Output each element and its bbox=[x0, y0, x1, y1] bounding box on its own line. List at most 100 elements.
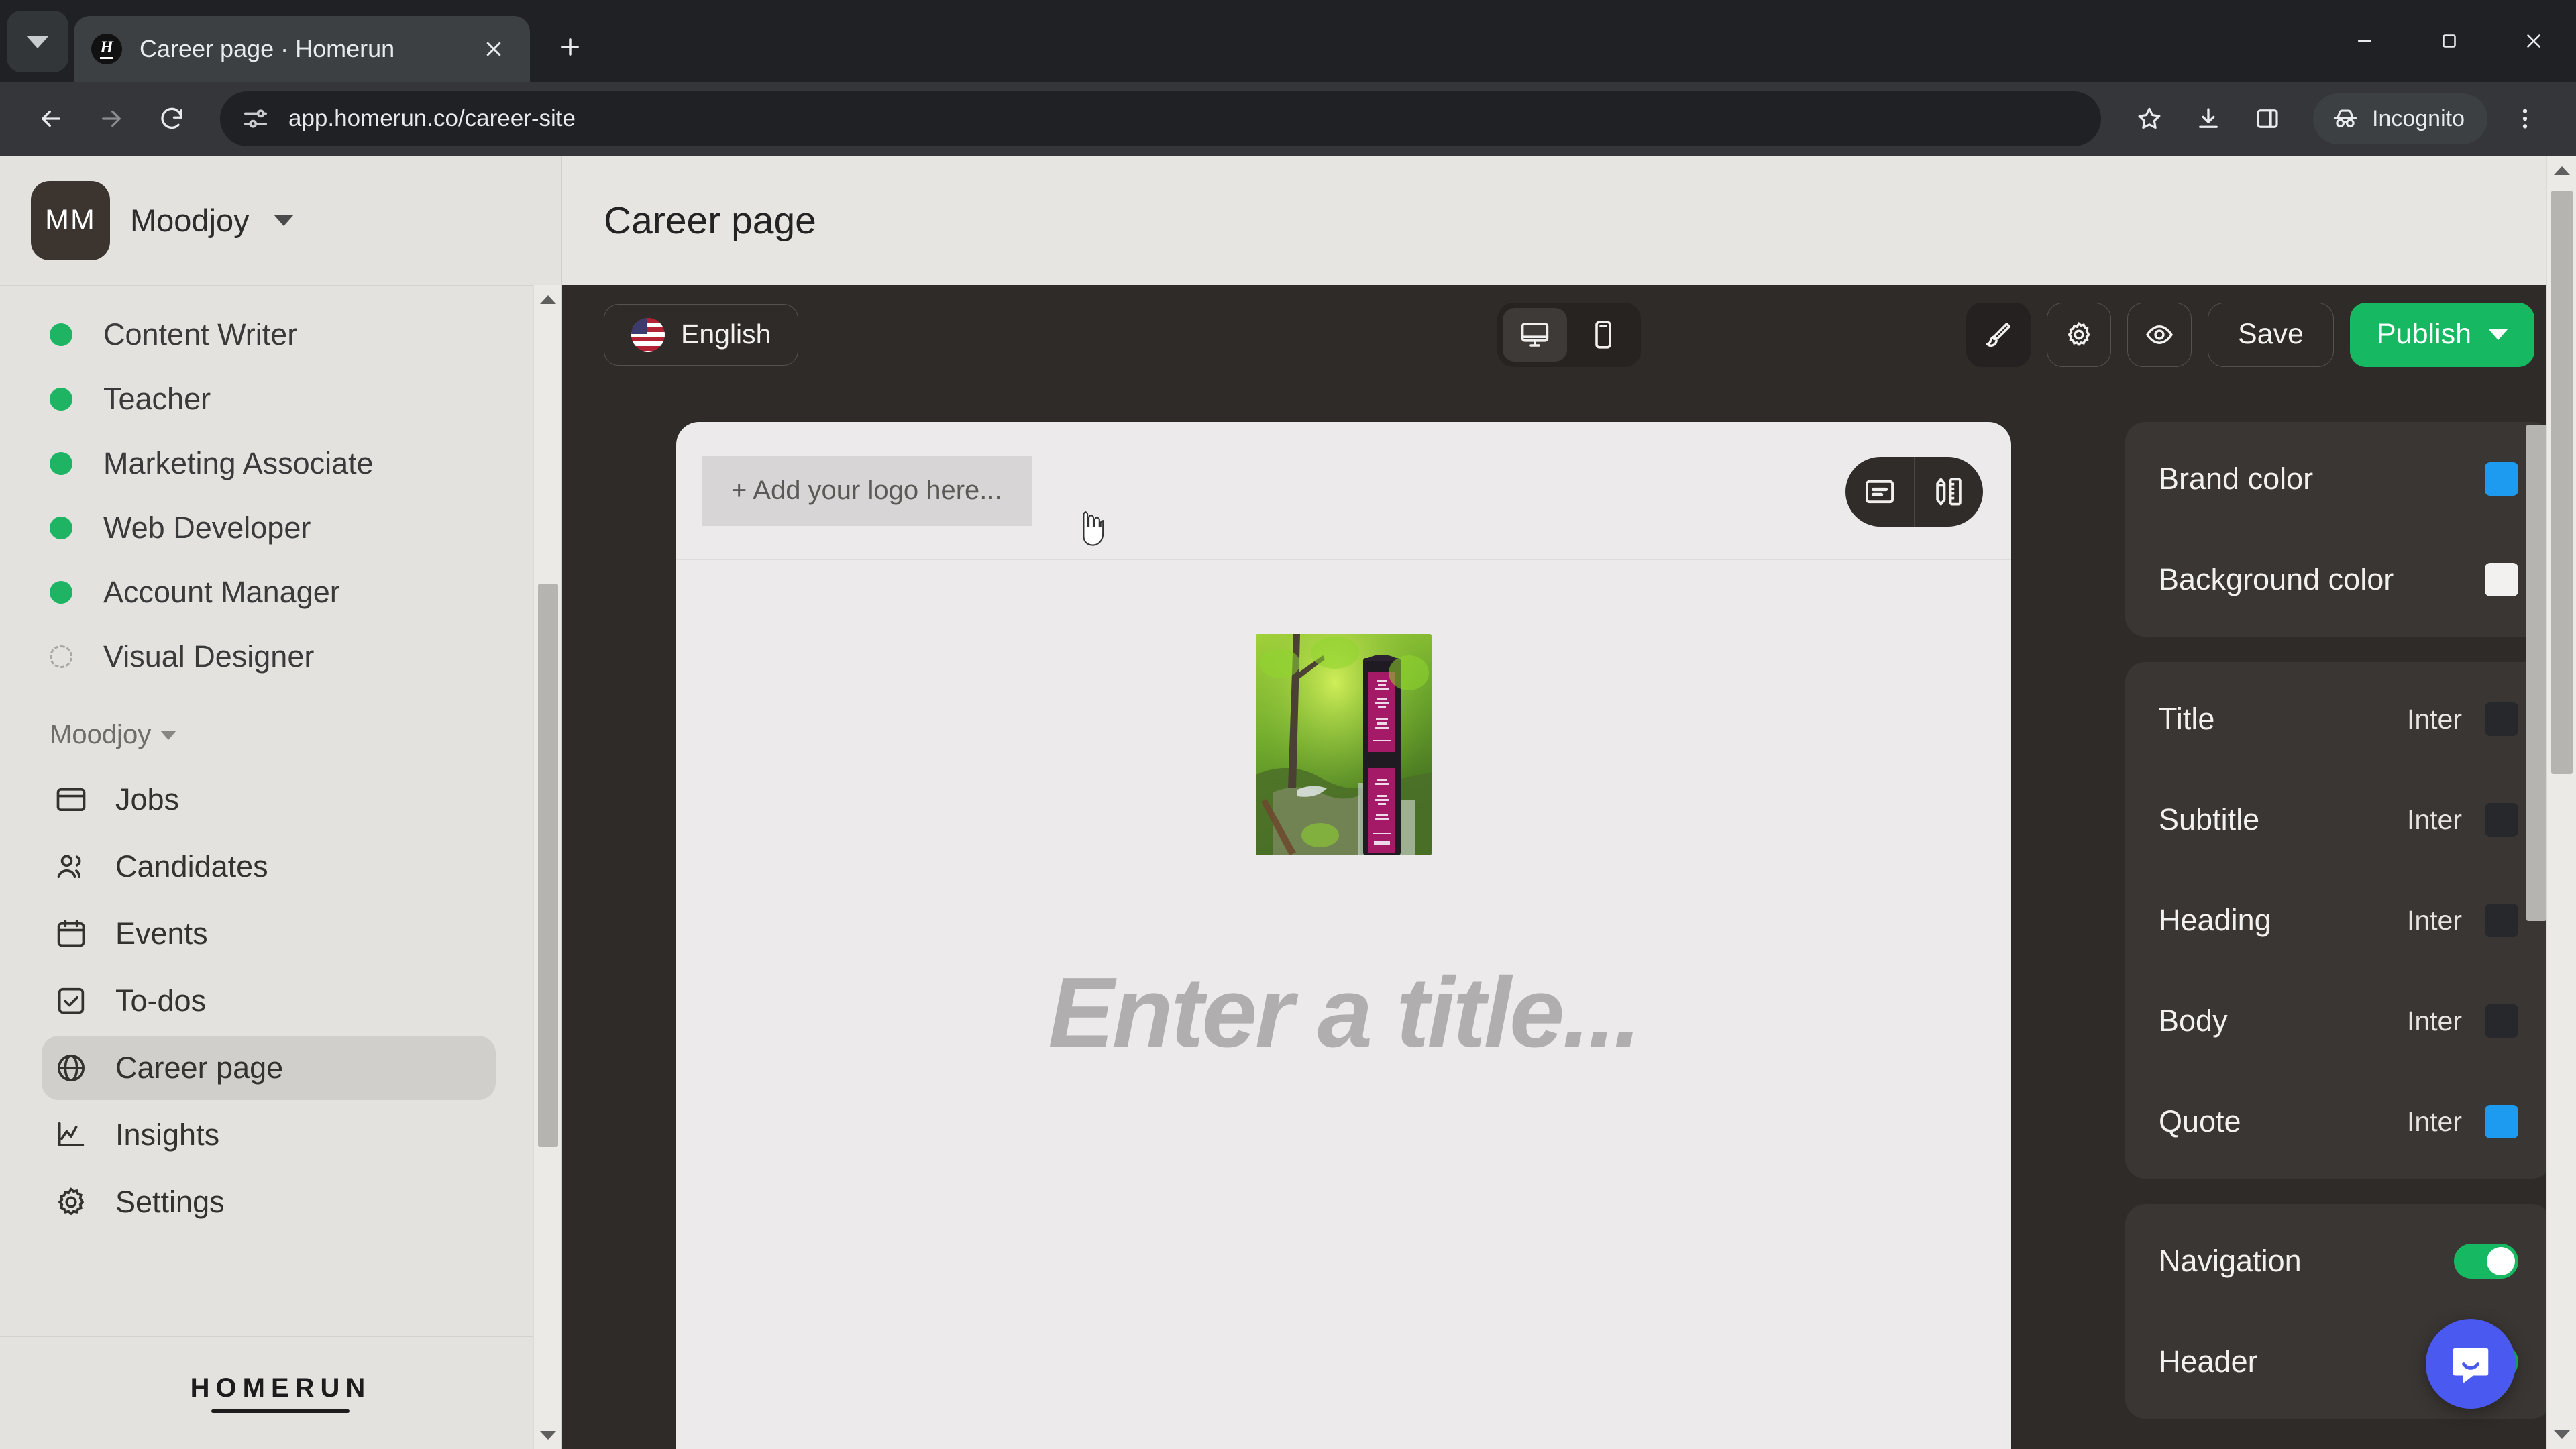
page-settings-button[interactable] bbox=[2046, 302, 2111, 367]
window-close-icon[interactable] bbox=[2491, 0, 2576, 82]
minimize-icon[interactable] bbox=[2322, 0, 2407, 82]
scrollbar-thumb[interactable] bbox=[2526, 425, 2546, 921]
sidebar-scroll-area: Content Writer Teacher Marketing Associa… bbox=[0, 285, 561, 1336]
brand-color-swatch[interactable] bbox=[2485, 462, 2518, 496]
side-panel-icon[interactable] bbox=[2239, 91, 2296, 147]
url-text: app.homerun.co/career-site bbox=[288, 105, 576, 131]
close-icon[interactable] bbox=[475, 30, 513, 68]
scroll-down-arrow-icon[interactable] bbox=[2547, 1419, 2576, 1449]
scroll-down-arrow-icon[interactable] bbox=[534, 1421, 561, 1449]
candidates-icon bbox=[57, 855, 81, 879]
plus-icon[interactable] bbox=[542, 19, 598, 75]
sidebar: MM Moodjoy Content Writer Teacher Market… bbox=[0, 156, 562, 1449]
background-color-swatch[interactable] bbox=[2485, 563, 2518, 596]
heading-color-swatch[interactable] bbox=[2485, 904, 2518, 937]
setting-navigation-toggle[interactable]: Navigation bbox=[2125, 1211, 2552, 1311]
sidebar-job-visual-designer[interactable]: Visual Designer bbox=[0, 625, 561, 689]
editor-actions: Save Publish bbox=[1966, 302, 2534, 367]
sidebar-job-account-manager[interactable]: Account Manager bbox=[0, 560, 561, 625]
address-bar[interactable]: app.homerun.co/career-site bbox=[220, 91, 2101, 146]
setting-heading-font[interactable]: Heading Inter bbox=[2125, 870, 2552, 971]
job-list: Content Writer Teacher Marketing Associa… bbox=[0, 286, 561, 689]
editor-body: + Add your logo here... Enter a title...… bbox=[562, 384, 2576, 1449]
content-block-icon[interactable] bbox=[1845, 457, 1914, 527]
body-color-swatch[interactable] bbox=[2485, 1004, 2518, 1038]
language-selector[interactable]: English bbox=[604, 303, 799, 366]
font-value: Inter bbox=[2406, 1005, 2462, 1036]
sidebar-item-career-page[interactable]: Career page bbox=[42, 1036, 496, 1100]
status-dot bbox=[50, 452, 72, 475]
design-paintbrush-button[interactable] bbox=[1966, 302, 2031, 367]
job-label: Marketing Associate bbox=[103, 446, 374, 480]
sidebar-item-insights[interactable]: Insights bbox=[42, 1103, 496, 1167]
page-header: Career page bbox=[562, 156, 2576, 285]
sidebar-item-to-dos[interactable]: To-dos bbox=[42, 969, 496, 1033]
setting-subtitle-font[interactable]: Subtitle Inter bbox=[2125, 769, 2552, 870]
scrollbar-thumb[interactable] bbox=[2551, 191, 2573, 774]
page-scrollbar[interactable] bbox=[2546, 156, 2576, 1449]
preview-button[interactable] bbox=[2127, 302, 2192, 367]
career-page-editor: English Save Publish + Add your logo her… bbox=[562, 285, 2576, 1449]
sidebar-job-marketing-associate[interactable]: Marketing Associate bbox=[0, 431, 561, 496]
title-placeholder[interactable]: Enter a title... bbox=[1048, 956, 1641, 1070]
desktop-icon[interactable] bbox=[1503, 307, 1567, 362]
setting-brand-color[interactable]: Brand color bbox=[2125, 429, 2552, 529]
setting-quote-font[interactable]: Quote Inter bbox=[2125, 1071, 2552, 1172]
gear-icon bbox=[2068, 321, 2090, 346]
intercom-chat-button[interactable] bbox=[2426, 1319, 2516, 1409]
setting-label: Header bbox=[2159, 1344, 2258, 1379]
sidebar-item-jobs[interactable]: Jobs bbox=[42, 767, 496, 832]
navigation-toggle[interactable] bbox=[2454, 1244, 2518, 1279]
sidebar-item-candidates[interactable]: Candidates bbox=[42, 835, 496, 899]
pencil-ruler-icon[interactable] bbox=[1915, 457, 1983, 527]
sidebar-job-web-developer[interactable]: Web Developer bbox=[0, 496, 561, 560]
status-dot bbox=[50, 388, 72, 411]
quote-color-swatch[interactable] bbox=[2485, 1105, 2518, 1138]
profile-incognito-button[interactable]: Incognito bbox=[2313, 93, 2487, 144]
sidebar-item-events[interactable]: Events bbox=[42, 902, 496, 966]
paintbrush-icon bbox=[1986, 322, 2010, 347]
job-label: Content Writer bbox=[103, 317, 298, 352]
logo-upload-slot[interactable]: + Add your logo here... bbox=[702, 455, 1032, 526]
language-label: English bbox=[681, 319, 771, 350]
settings-panel-scrollbar[interactable] bbox=[2526, 425, 2546, 1136]
chevron-down-icon bbox=[273, 215, 294, 226]
scroll-up-arrow-icon[interactable] bbox=[534, 285, 561, 313]
sidebar-item-settings[interactable]: Settings bbox=[42, 1170, 496, 1234]
title-color-swatch[interactable] bbox=[2485, 702, 2518, 736]
design-settings-panel: Brand color Background color Title Inter… bbox=[2125, 422, 2576, 1449]
org-switcher[interactable]: MM Moodjoy bbox=[0, 156, 561, 285]
hero-image[interactable] bbox=[1256, 634, 1432, 855]
forward-arrow-icon[interactable] bbox=[83, 91, 140, 147]
sidebar-job-teacher[interactable]: Teacher bbox=[0, 367, 561, 431]
homerun-wordmark: HOMERUN bbox=[190, 1373, 372, 1403]
scrollbar-thumb[interactable] bbox=[538, 584, 558, 1147]
download-icon[interactable] bbox=[2180, 91, 2237, 147]
setting-body-font[interactable]: Body Inter bbox=[2125, 971, 2552, 1071]
scroll-up-arrow-icon[interactable] bbox=[2547, 156, 2576, 185]
sidebar-item-label: Career page bbox=[115, 1051, 284, 1085]
kebab-menu-icon[interactable] bbox=[2497, 91, 2553, 147]
sidebar-scrollbar[interactable] bbox=[533, 285, 561, 1449]
workspace-section-label[interactable]: Moodjoy bbox=[0, 689, 561, 767]
sidebar-job-content-writer[interactable]: Content Writer bbox=[0, 303, 561, 367]
browser-tab[interactable]: H Career page · Homerun bbox=[74, 16, 530, 82]
site-settings-icon[interactable] bbox=[240, 103, 271, 134]
back-arrow-icon[interactable] bbox=[23, 91, 79, 147]
mobile-icon[interactable] bbox=[1571, 308, 1635, 362]
setting-title-font[interactable]: Title Inter bbox=[2125, 669, 2552, 769]
subtitle-color-swatch[interactable] bbox=[2485, 803, 2518, 837]
reload-icon[interactable] bbox=[144, 91, 200, 147]
maximize-icon[interactable] bbox=[2407, 0, 2491, 82]
setting-background-color[interactable]: Background color bbox=[2125, 529, 2552, 630]
logo-underline bbox=[211, 1409, 350, 1413]
tab-search-button[interactable] bbox=[7, 11, 68, 72]
section-title: Moodjoy bbox=[50, 720, 152, 749]
setting-label: Subtitle bbox=[2159, 802, 2260, 837]
favicon-letter: H bbox=[100, 39, 113, 59]
star-icon[interactable] bbox=[2121, 91, 2178, 147]
publish-button[interactable]: Publish bbox=[2349, 302, 2534, 367]
save-button[interactable]: Save bbox=[2207, 302, 2334, 367]
setting-label: Body bbox=[2159, 1004, 2228, 1038]
font-value: Inter bbox=[2406, 1106, 2462, 1137]
